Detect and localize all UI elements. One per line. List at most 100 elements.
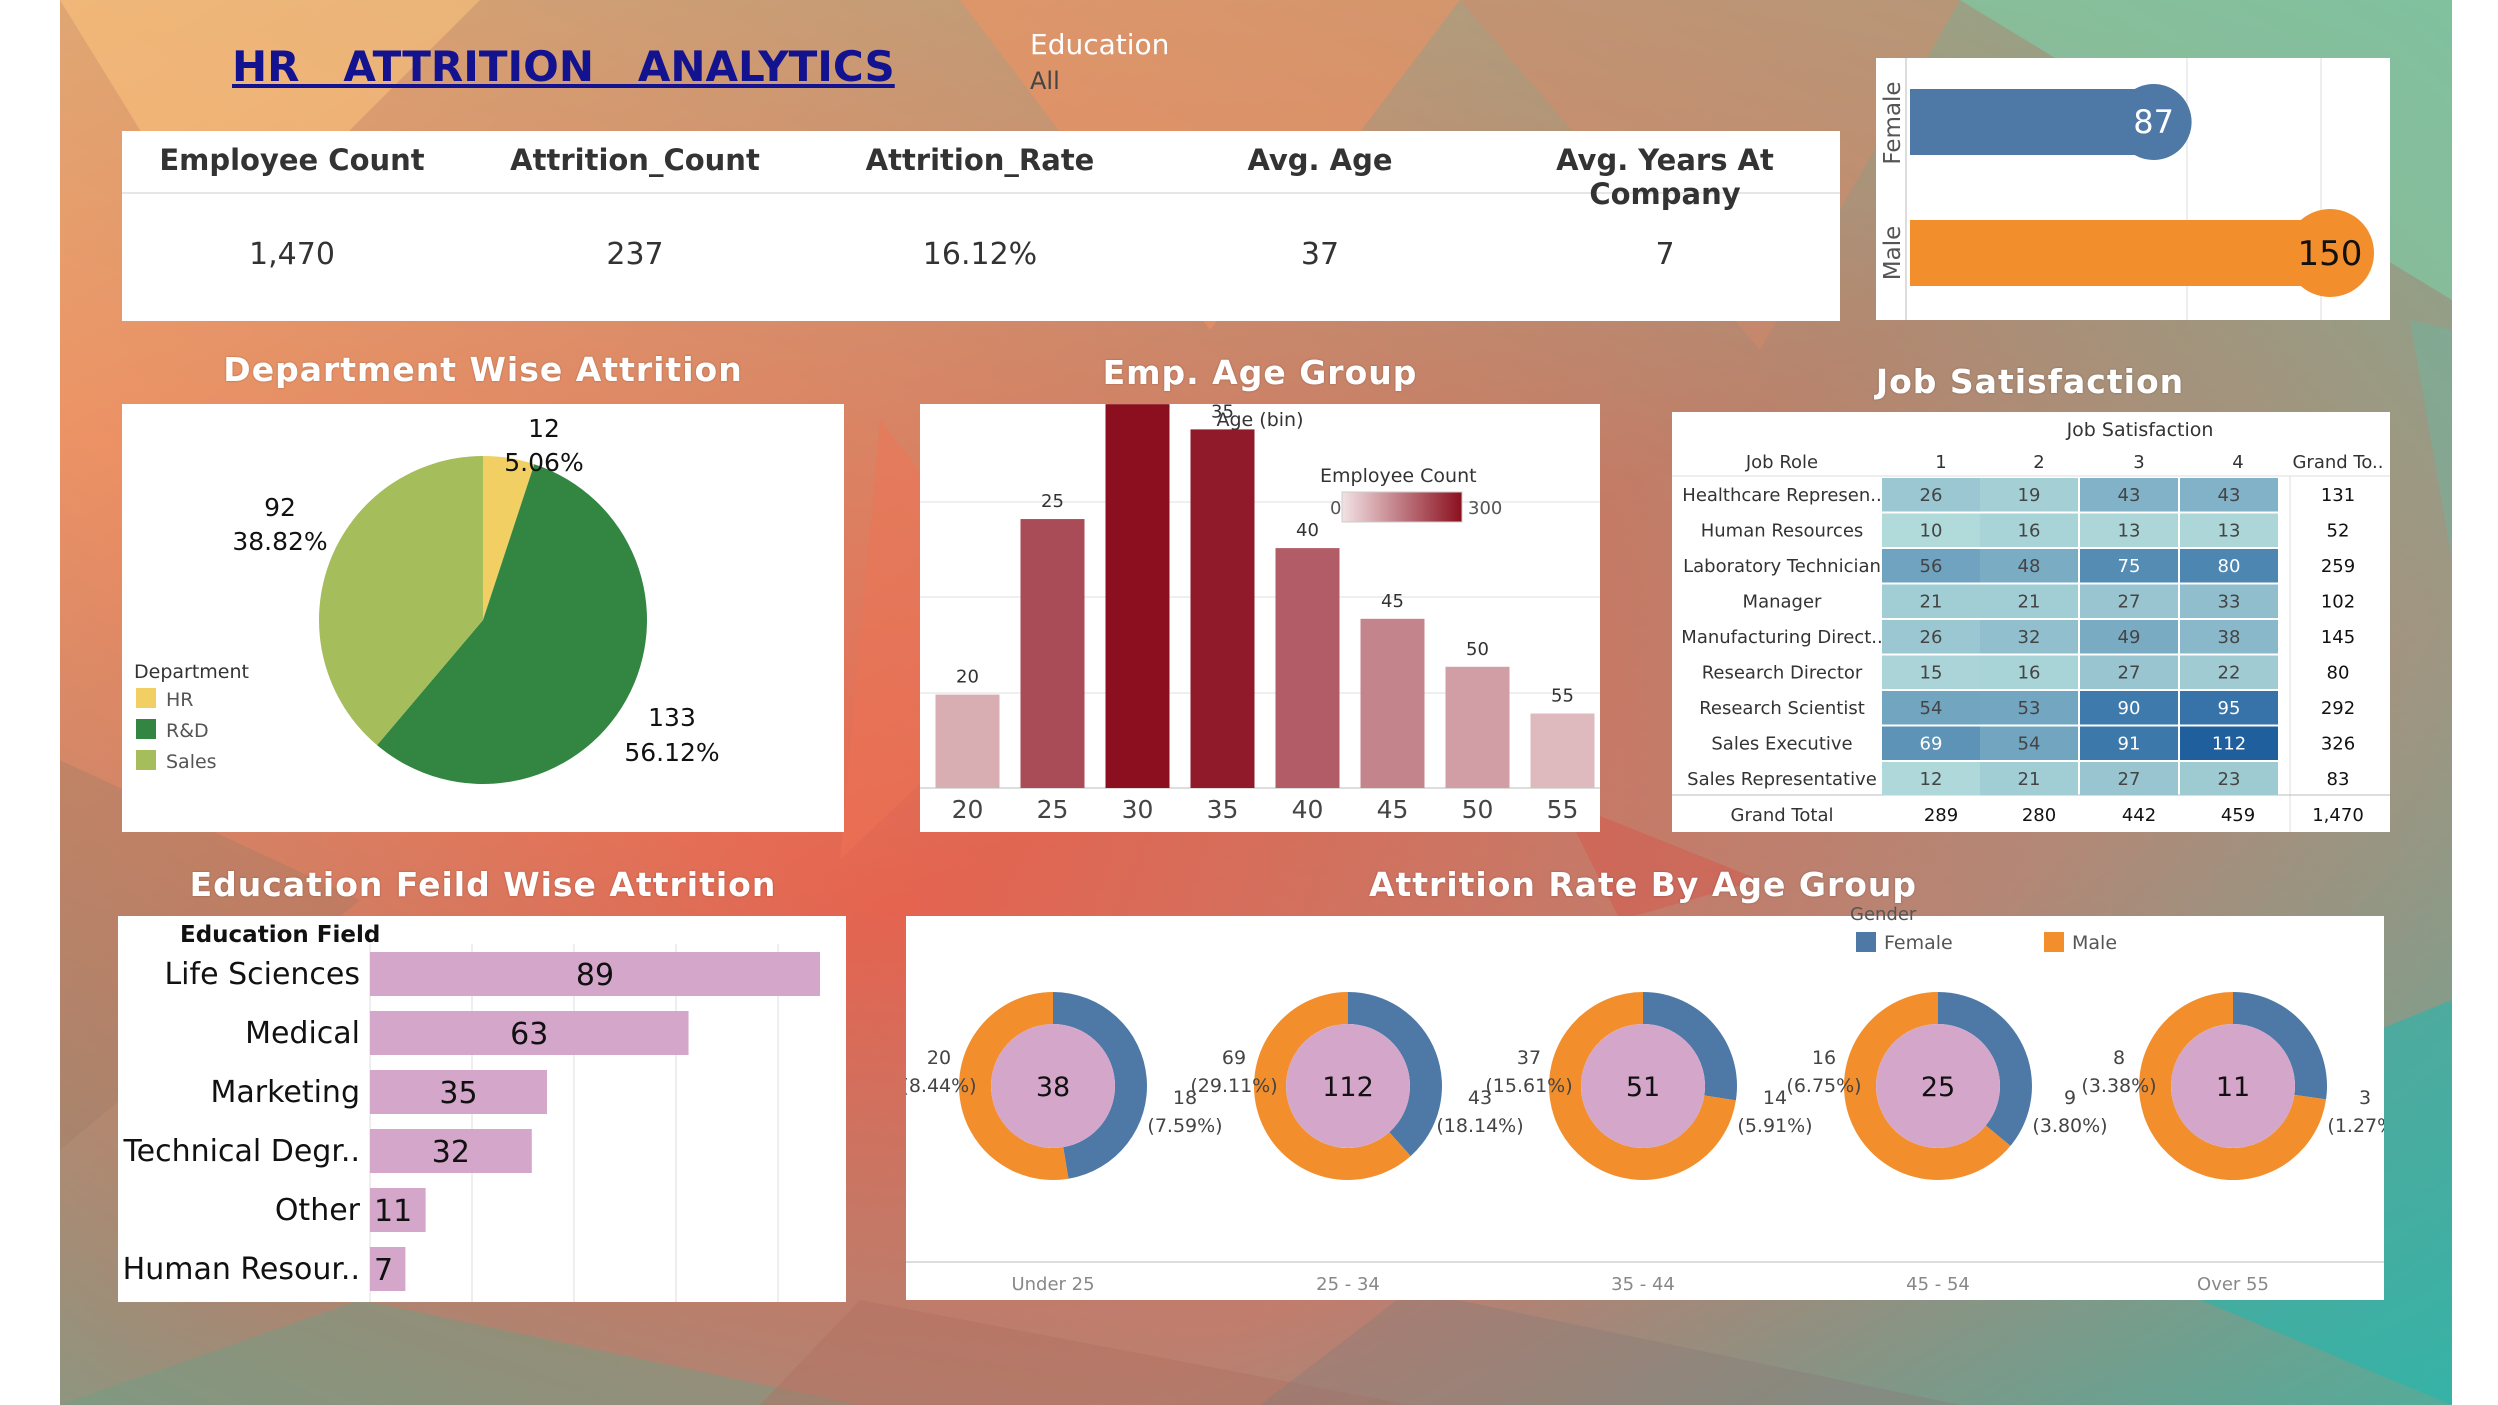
- job-cell-value: 21: [1920, 592, 1943, 613]
- dept-pie-label-pct-sales: 38.82%: [232, 527, 327, 556]
- dept-legend-title: Department: [134, 661, 249, 683]
- job-cell-value: 26: [1920, 627, 1943, 648]
- gender-bar-male[interactable]: [1910, 220, 2330, 286]
- age-group-title: Emp. Age Group: [1102, 353, 1418, 392]
- dept-pie-label-value-hr: 12: [528, 414, 560, 443]
- age-legend-ramp: [1341, 491, 1463, 523]
- age-bar-45[interactable]: [1360, 618, 1425, 788]
- rate-label-female-pct: (18.14%): [1436, 1115, 1523, 1137]
- job-cell-value: 69: [1920, 734, 1943, 755]
- job-cell-value: 23: [2218, 769, 2241, 790]
- rate-donut-total: 112: [1322, 1072, 1374, 1103]
- job-cell-value: 13: [2118, 521, 2141, 542]
- job-role-label: Research Scientist: [1699, 698, 1865, 719]
- dept-attrition-title: Department Wise Attrition: [223, 350, 743, 389]
- job-grand-total-4: 459: [2221, 805, 2255, 826]
- edu-category-label: Medical: [245, 1016, 360, 1051]
- dashboard-title: HR ATTRITION ANALYTICS: [232, 42, 895, 91]
- job-cell-value: 54: [2018, 734, 2041, 755]
- rate-legend-swatch-female: [1856, 932, 1876, 952]
- age-bar-50[interactable]: [1445, 666, 1510, 788]
- job-table-col-total: Grand To..: [2292, 452, 2383, 473]
- job-role-label: Research Director: [1702, 663, 1863, 684]
- job-cell-value: 13: [2218, 521, 2241, 542]
- rate-donut-chart: Gender Female Male 3820(8.44%)18(7.59%)U…: [906, 904, 2384, 1295]
- age-bar-35[interactable]: [1190, 429, 1255, 788]
- job-cell-value: 27: [2118, 769, 2141, 790]
- job-cell-value: 43: [2118, 485, 2141, 506]
- rate-age-group-title: Attrition Rate By Age Group: [1368, 865, 1918, 904]
- rate-label-female-value: 14: [1763, 1087, 1787, 1109]
- job-row-total: 259: [2321, 556, 2355, 577]
- job-cell-value: 27: [2118, 663, 2141, 684]
- dept-pie-label-value-rd: 133: [648, 703, 696, 732]
- dept-pie-label-pct-rd: 56.12%: [624, 738, 719, 767]
- rate-label-female-pct: (5.91%): [1737, 1115, 1812, 1137]
- kpi-value-avg-years: 7: [1655, 237, 1675, 272]
- job-role-label: Manager: [1743, 592, 1822, 613]
- job-satisfaction-title: Job Satisfaction: [1875, 362, 2185, 401]
- rate-label-male-value: 37: [1517, 1047, 1541, 1069]
- job-grand-total-3: 442: [2122, 805, 2156, 826]
- rate-label-male-value: 69: [1222, 1047, 1246, 1069]
- job-cell-value: 15: [1920, 663, 1943, 684]
- job-cell-value: 95: [2218, 698, 2241, 719]
- job-cell-value: 21: [2018, 769, 2041, 790]
- age-legend-max: 300: [1468, 498, 1502, 519]
- job-row-total: 145: [2321, 627, 2355, 648]
- edu-category-label: Life Sciences: [164, 957, 360, 992]
- education-filter[interactable]: Education All: [1030, 28, 1270, 95]
- age-bar-label-45: 45: [1381, 591, 1404, 612]
- rate-label-male-pct: (29.11%): [1190, 1075, 1277, 1097]
- job-table-col-role: Job Role: [1745, 452, 1818, 473]
- rate-label-male-value: 8: [2113, 1047, 2125, 1069]
- kpi-label-avg-years: Avg. Years At Company: [1556, 143, 1774, 211]
- job-row-total: 52: [2327, 521, 2350, 542]
- job-cell-value: 91: [2118, 734, 2141, 755]
- age-legend-title: Employee Count: [1320, 465, 1477, 487]
- job-row-total: 292: [2321, 698, 2355, 719]
- kpi-value-attrition-count: 237: [606, 237, 664, 272]
- rate-group-label: Over 55: [2197, 1274, 2269, 1295]
- education-filter-value[interactable]: All: [1030, 67, 1270, 95]
- edu-category-label: Technical Degr..: [122, 1134, 360, 1169]
- job-satisfaction-table: Job Satisfaction Job Role 1 2 3 4 Grand …: [1672, 419, 2390, 832]
- job-cell-value: 56: [1920, 556, 1943, 577]
- dept-pie-label-value-sales: 92: [264, 493, 296, 522]
- job-row-total: 131: [2321, 485, 2355, 506]
- job-cell-value: 33: [2218, 592, 2241, 613]
- job-role-label: Manufacturing Direct..: [1681, 627, 1882, 648]
- age-tick-25: 25: [1037, 795, 1069, 824]
- age-tick-45: 45: [1377, 795, 1409, 824]
- job-table-col-1: 1: [1935, 452, 1946, 473]
- age-bar-25[interactable]: [1020, 519, 1085, 788]
- job-cell-value: 43: [2218, 485, 2241, 506]
- edu-attrition-title: Education Feild Wise Attrition: [189, 865, 777, 904]
- rate-label-male-pct: (8.44%): [906, 1075, 977, 1097]
- rate-group-label: 25 - 34: [1316, 1274, 1380, 1295]
- edu-category-label: Other: [275, 1193, 361, 1228]
- dashboard: HR ATTRITION ANALYTICS Education All Emp…: [0, 0, 2498, 1405]
- age-bar-20[interactable]: [935, 694, 1000, 788]
- rate-label-female-value: 9: [2064, 1087, 2076, 1109]
- rate-donut-total: 38: [1036, 1072, 1070, 1103]
- job-table-col-2: 2: [2033, 452, 2044, 473]
- dept-pie-label-pct-hr: 5.06%: [504, 448, 583, 477]
- job-cell-value: 80: [2218, 556, 2241, 577]
- age-bar-30[interactable]: [1105, 404, 1170, 788]
- age-bar-40[interactable]: [1275, 548, 1340, 788]
- edu-bar-value: 35: [439, 1076, 477, 1111]
- rate-group-label: 45 - 54: [1906, 1274, 1970, 1295]
- job-cell-value: 12: [1920, 769, 1943, 790]
- age-tick-20: 20: [952, 795, 984, 824]
- gender-label-female: Female: [1880, 81, 1906, 164]
- rate-group-label: Under 25: [1011, 1274, 1094, 1295]
- edu-category-label: Human Resour..: [123, 1252, 360, 1287]
- rate-legend-label-female: Female: [1884, 932, 1953, 954]
- rate-donut-total: 51: [1626, 1072, 1660, 1103]
- job-row-total: 80: [2327, 663, 2350, 684]
- job-cell-value: 10: [1920, 521, 1943, 542]
- age-bar-55[interactable]: [1530, 713, 1595, 788]
- rate-label-male-value: 20: [927, 1047, 951, 1069]
- edu-bar-chart: Education Field Life Sciences 89 Medical 63…: [122, 922, 820, 1302]
